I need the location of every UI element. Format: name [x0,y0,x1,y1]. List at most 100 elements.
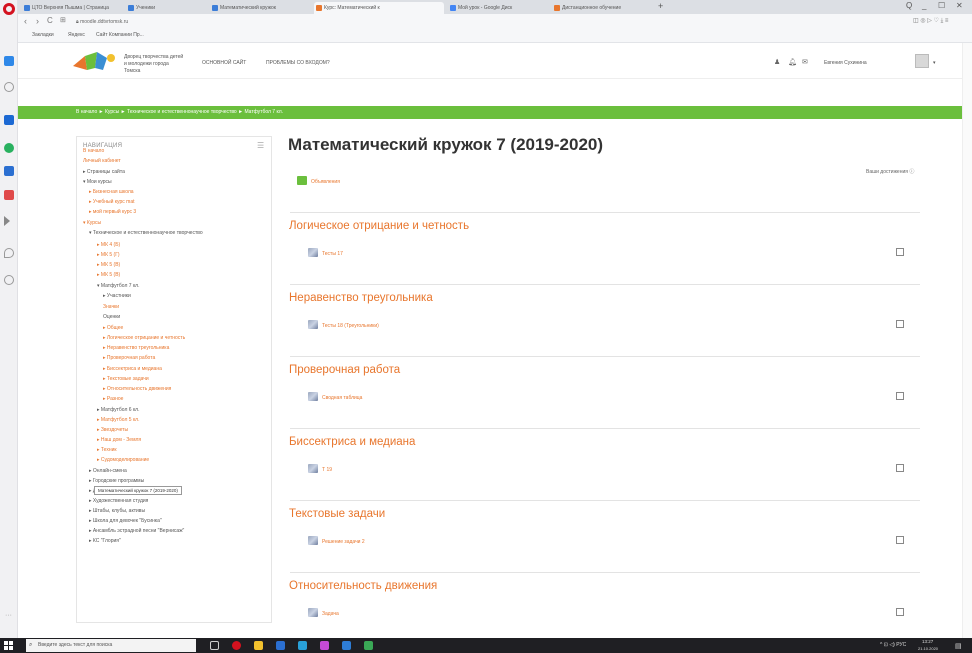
reload-icon[interactable]: C [47,16,53,25]
user-name[interactable]: Евгения Сухинина [824,60,867,66]
activity-link[interactable]: Т 19 [322,467,332,473]
grid-icon[interactable]: ⊞ [60,16,66,24]
menu-main-site[interactable]: ОСНОВНОЙ САЙТ [202,60,246,66]
tab[interactable]: Ученики [126,2,206,14]
nav-item[interactable]: ▸ Разное [103,396,123,403]
quiz-icon[interactable] [308,464,318,473]
nav-item[interactable]: ▸ Текстовые задачи [103,376,149,383]
forward-icon[interactable]: › [36,16,39,26]
search-tabs-icon[interactable]: Q [906,1,912,10]
site-logo-icon[interactable] [73,52,117,72]
collapse-icon[interactable]: ☰ [257,141,264,150]
history-icon[interactable] [4,248,14,258]
tab[interactable]: Дистанционное обучение [552,2,652,14]
nav-item[interactable]: ▸ Ансамбль эстрадной песни "Вернисаж" [89,528,184,535]
task-view-icon[interactable] [210,641,219,650]
section-title[interactable]: Неравенство треугольника [289,292,433,304]
menu-login-problems[interactable]: ПРОБЛЕМЫ СО ВХОДОМ? [266,60,330,66]
notifications-center-icon[interactable]: ▤ [955,642,962,650]
nav-item[interactable]: ▸ МК 5 (В) [97,272,120,279]
section-title[interactable]: Логическое отрицание и четность [289,220,469,232]
nav-item[interactable]: ▸ Проверочная работа [103,355,155,362]
progress-label[interactable]: Ваши достижения ⓘ [866,168,914,175]
breadcrumb-text[interactable]: В начало ► Курсы ► Техническое и естеств… [76,109,283,115]
avatar[interactable] [915,54,929,68]
nav-item[interactable]: ▸ МК 5 (В) [97,262,120,269]
nav-item[interactable]: Личный кабинет [83,158,121,165]
activity-link[interactable]: Объявления [311,179,340,185]
opera-taskbar-icon[interactable] [232,641,241,650]
nav-item[interactable]: ▸ Техник [97,447,117,454]
store-taskbar-icon[interactable] [298,641,307,650]
nav-item[interactable]: ▸ Участники [103,293,131,300]
speed-dial-icon[interactable] [4,56,14,66]
section-title[interactable]: Относительность движения [289,580,437,592]
clock-date[interactable]: 21.10.2020 [918,646,938,651]
nav-item[interactable]: ▸ Биссектриса и медиана [103,366,162,373]
clock-icon[interactable] [4,275,14,285]
completion-checkbox[interactable] [896,536,904,544]
tab[interactable]: ЦТО Верхняя Пышма | Страница [22,2,122,14]
toolbar-icons[interactable]: ◫ ◎ ▷ ♡ ⤓ ≡ [913,17,948,25]
completion-checkbox[interactable] [896,248,904,256]
quiz-icon[interactable] [308,536,318,545]
explorer-taskbar-icon[interactable] [254,641,263,650]
back-icon[interactable]: ‹ [24,16,27,26]
clock-time[interactable]: 13:27 [922,639,933,644]
page-scrollbar[interactable] [962,43,972,638]
app-taskbar-icon[interactable] [320,641,329,650]
nav-item[interactable]: ▸ Матфутбол 6 кл. [97,407,140,414]
bookmark-item[interactable]: Сайт Компании Пр... [96,32,144,38]
nav-item[interactable]: ▸ Матфутбол 5 кл. [97,417,140,424]
quiz-icon[interactable] [308,608,318,617]
maximize-button[interactable]: ☐ [938,1,945,10]
completion-checkbox[interactable] [896,608,904,616]
nav-item[interactable]: Значки [103,304,119,311]
whatsapp-icon[interactable] [4,143,14,153]
player-icon[interactable] [4,216,10,226]
nav-item[interactable]: ▸ Городские программы [89,478,144,485]
url-field[interactable]: 🔒︎ moodle.ddtvrtomsk.ru [76,17,776,27]
quiz-icon[interactable] [308,248,318,257]
nav-item[interactable]: ▾ Техническое и естественнонаучное творч… [89,230,203,237]
telegram-icon[interactable] [4,166,14,176]
completion-checkbox[interactable] [896,464,904,472]
notifications-icon[interactable]: 🔔︎ [788,58,797,66]
nav-item[interactable]: ▸ Штабы, клубы, активы [89,508,145,515]
tab[interactable]: Математический кружок [210,2,310,14]
system-tray[interactable]: ^ ⊡ ◁) РУС [880,642,906,648]
opera-logo-icon[interactable] [3,3,15,15]
nav-item[interactable]: ▸ Звездочеты [97,427,128,434]
close-window-button[interactable]: ✕ [956,1,963,10]
word-taskbar-icon[interactable] [342,641,351,650]
nav-item[interactable]: В начало [83,148,104,155]
instagram-icon[interactable] [4,190,14,200]
messages-icon[interactable]: ✉ [802,58,808,66]
nav-item[interactable]: ▸ МК 5 (Г) [97,252,120,259]
user-icon[interactable]: ♟ [774,58,780,66]
quiz-icon[interactable] [308,320,318,329]
taskbar-search-input[interactable]: ⌕ Введите здесь текст для поиска [26,639,196,652]
activity-link[interactable]: Задача [322,611,339,617]
nav-item[interactable]: ▸ Логическое отрицание и четность [103,335,185,342]
messenger-icon[interactable] [4,115,14,125]
tab-active[interactable]: Курс: Математический к [314,2,444,14]
completion-checkbox[interactable] [896,320,904,328]
activity-link[interactable]: Сводная таблица [322,395,362,401]
activity-link[interactable]: Решение задачи 2 [322,539,365,545]
nav-item[interactable]: ▾ Мои курсы [83,179,112,186]
bookmark-item[interactable]: Яндекс [68,32,85,38]
excel-taskbar-icon[interactable] [364,641,373,650]
nav-item[interactable]: ▸ Относительность движения [103,386,171,393]
windows-start-icon[interactable] [4,641,13,650]
more-icon[interactable]: ··· [5,612,12,619]
nav-item[interactable]: ▾ Матфутбол 7 кл. [97,283,140,290]
section-title[interactable]: Текстовые задачи [289,508,385,520]
nav-item[interactable]: ▸ Художественная студия [89,498,148,505]
nav-item[interactable]: ▸ Учебный курс mat [89,199,135,206]
new-tab-button[interactable]: + [658,1,663,11]
bookmarks-icon[interactable] [4,82,14,92]
bookmark-item[interactable]: Закладки [32,32,54,38]
activity-link[interactable]: Тесты 17 [322,251,343,257]
nav-item[interactable]: ▸ КС "Глория" [89,538,121,545]
